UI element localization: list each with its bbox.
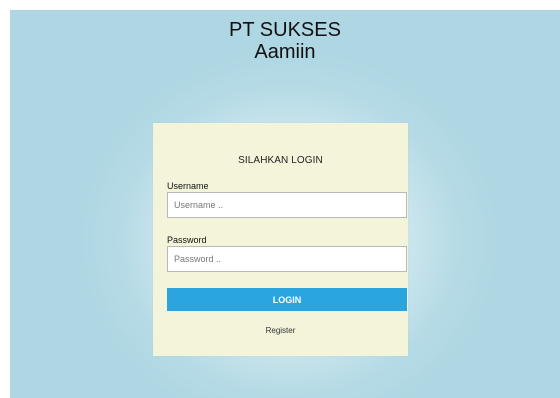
login-button[interactable]: LOGIN: [167, 288, 407, 311]
password-label: Password: [167, 235, 207, 245]
company-tagline: Aamiin: [254, 41, 316, 63]
login-card: SILAHKAN LOGIN Username Password LOGIN R…: [153, 123, 408, 356]
username-label: Username: [167, 181, 209, 191]
register-link[interactable]: Register: [153, 326, 408, 335]
password-input[interactable]: [167, 246, 407, 272]
username-input[interactable]: [167, 192, 407, 218]
company-header: PT SUKSES Aamiin: [10, 19, 560, 63]
company-name: PT SUKSES: [229, 19, 341, 41]
login-page: PT SUKSES Aamiin SILAHKAN LOGIN Username…: [10, 10, 560, 398]
login-title: SILAHKAN LOGIN: [238, 155, 323, 166]
